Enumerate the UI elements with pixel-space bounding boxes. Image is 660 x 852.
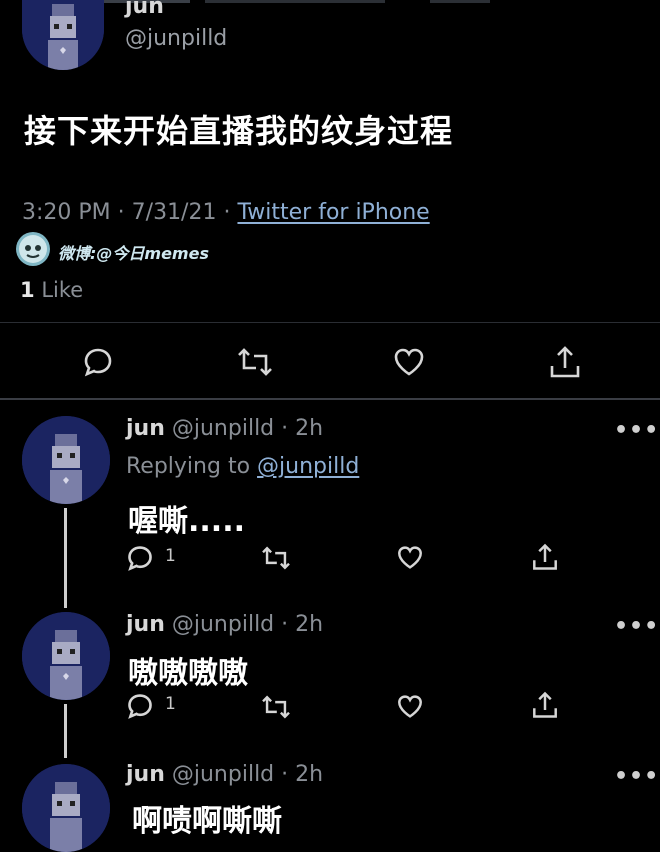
reply-avatar[interactable]	[22, 764, 110, 852]
reply-avatar[interactable]	[22, 416, 110, 504]
reply-age: 2h	[295, 762, 324, 787]
avatar[interactable]	[22, 0, 104, 70]
share-icon[interactable]	[531, 690, 559, 720]
reply-header: jun @junpilld · 2h	[126, 612, 323, 637]
more-options-icon[interactable]: •••	[614, 616, 659, 638]
reply-count: 1	[165, 694, 176, 714]
tweet-meta: 3:20 PM · 7/31/21 · Twitter for iPhone	[22, 200, 430, 225]
reply-display-name[interactable]: jun	[126, 416, 165, 441]
tab-message[interactable]	[205, 0, 385, 3]
replying-handle-link[interactable]: @junpilld	[257, 454, 359, 479]
replying-to: Replying to @junpilld	[126, 454, 359, 479]
reply-count: 1	[165, 546, 176, 566]
avatar-illustration	[22, 416, 110, 504]
avatar-illustration	[22, 0, 104, 70]
meta-dot: ·	[274, 612, 296, 637]
meta-dot: ·	[274, 762, 296, 787]
share-icon[interactable]	[531, 542, 559, 572]
tweet-time: 3:20 PM	[22, 200, 111, 225]
thread-line	[64, 508, 67, 608]
reply-icon[interactable]	[126, 544, 154, 572]
tab-indicator	[430, 0, 490, 3]
retweet-icon[interactable]	[260, 694, 292, 720]
reply-header: jun @junpilld · 2h	[126, 416, 323, 441]
watermark-logo-icon	[16, 232, 50, 266]
likes-count: 1	[20, 278, 35, 302]
likes-stat[interactable]: 1 Like	[20, 278, 83, 302]
tweet-source-link[interactable]: Twitter for iPhone	[237, 200, 429, 225]
main-tweet-text: 接下来开始直播我的纹身过程	[24, 112, 454, 150]
main-display-name[interactable]: jun	[125, 0, 164, 19]
tweet-date: 7/31/21	[131, 200, 217, 225]
retweet-icon[interactable]	[260, 545, 292, 571]
meta-dot: ·	[274, 416, 296, 441]
divider	[0, 322, 660, 323]
likes-label: Like	[41, 278, 84, 302]
reply-age: 2h	[295, 612, 324, 637]
watermark-text: 微博:@今日memes	[58, 244, 209, 263]
reply-avatar[interactable]	[22, 612, 110, 700]
avatar-illustration	[22, 764, 110, 852]
reply-handle[interactable]: @junpilld	[172, 612, 274, 637]
replying-label: Replying to	[126, 454, 251, 479]
divider	[0, 398, 660, 400]
reply-icon[interactable]	[82, 346, 114, 378]
reply-handle[interactable]: @junpilld	[172, 416, 274, 441]
like-icon[interactable]	[392, 346, 426, 378]
reply-handle[interactable]: @junpilld	[172, 762, 274, 787]
reply-display-name[interactable]: jun	[126, 762, 165, 787]
thread-line	[64, 704, 67, 758]
avatar-illustration	[22, 612, 110, 700]
reply-text: 喔嘶.....	[128, 504, 245, 539]
retweet-icon[interactable]	[236, 346, 274, 378]
share-icon[interactable]	[548, 344, 582, 380]
reply-header: jun @junpilld · 2h	[126, 762, 323, 787]
more-options-icon[interactable]: •••	[614, 420, 659, 442]
more-options-icon[interactable]: •••	[614, 766, 659, 788]
main-handle[interactable]: @junpilld	[125, 26, 227, 51]
like-icon[interactable]	[396, 693, 424, 720]
reply-text: 嗷嗷嗷嗷	[128, 656, 248, 691]
meta-dot: ·	[223, 200, 238, 225]
meta-dot: ·	[117, 200, 132, 225]
reply-display-name[interactable]: jun	[126, 612, 165, 637]
reply-icon[interactable]	[126, 692, 154, 720]
reply-text: 啊啧啊嘶嘶	[132, 804, 282, 839]
reply-age: 2h	[295, 416, 324, 441]
like-icon[interactable]	[396, 544, 424, 571]
